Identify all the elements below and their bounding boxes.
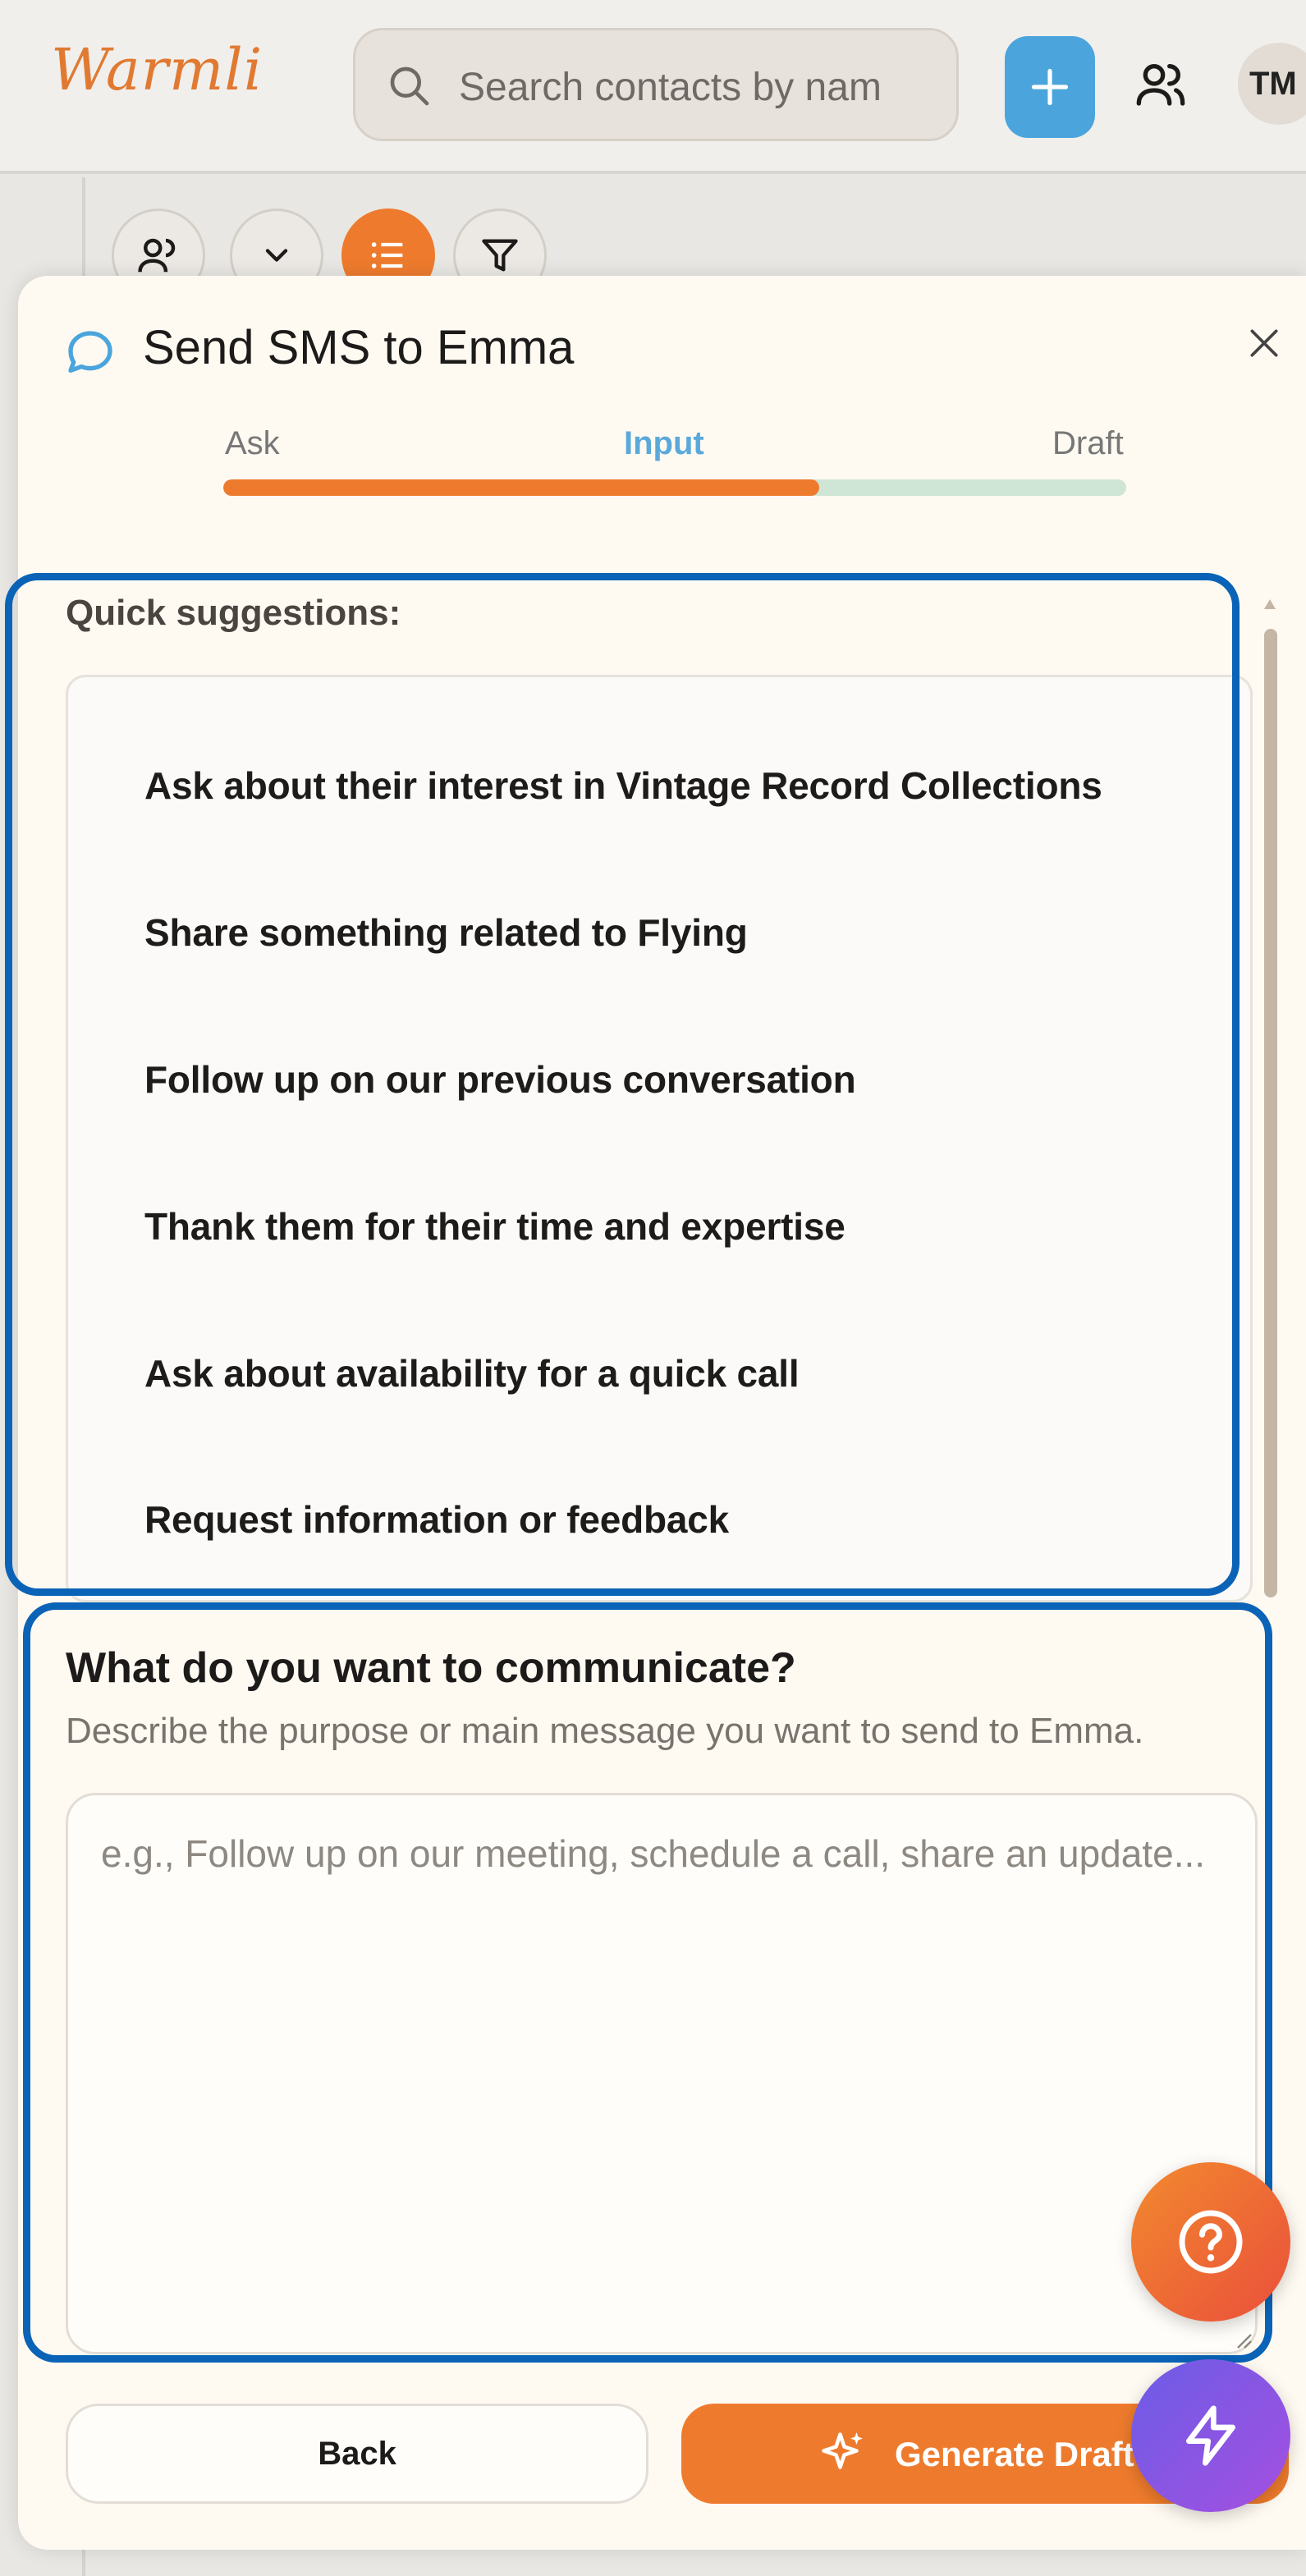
generate-draft-label: Generate Draft bbox=[895, 2435, 1134, 2473]
step-ask: Ask bbox=[225, 425, 280, 461]
scrollbar-thumb[interactable] bbox=[1264, 629, 1277, 1597]
filter-icon bbox=[482, 239, 518, 272]
scroll-up-arrow-icon[interactable] bbox=[1262, 596, 1277, 621]
contacts-icon[interactable] bbox=[1134, 57, 1187, 110]
lightning-bolt-icon bbox=[1186, 2405, 1235, 2466]
step-input: Input bbox=[624, 425, 704, 461]
user-avatar[interactable]: TM bbox=[1238, 43, 1306, 125]
quick-action-button[interactable] bbox=[1131, 2359, 1290, 2512]
help-button[interactable] bbox=[1131, 2162, 1290, 2322]
top-bar: Warmli Search contacts by nam TM bbox=[0, 0, 1306, 174]
progress-fill bbox=[223, 479, 819, 496]
back-button[interactable]: Back bbox=[66, 2404, 648, 2504]
suggestion-item[interactable]: Share something related to Flying bbox=[144, 910, 748, 955]
modal-title: Send SMS to Emma bbox=[143, 321, 575, 374]
suggestion-item[interactable]: Request information or feedback bbox=[144, 1497, 729, 1542]
suggestion-item[interactable]: Thank them for their time and expertise bbox=[144, 1204, 845, 1249]
search-bar[interactable]: Search contacts by nam bbox=[353, 28, 959, 141]
people-icon bbox=[138, 238, 176, 273]
step-draft: Draft bbox=[1052, 425, 1124, 461]
suggestions-list bbox=[66, 675, 1253, 1602]
plus-icon bbox=[1031, 68, 1069, 106]
chevron-down-icon bbox=[265, 249, 288, 262]
search-input[interactable]: Search contacts by nam bbox=[459, 65, 882, 110]
communicate-heading: What do you want to communicate? bbox=[66, 1644, 796, 1692]
list-icon bbox=[371, 242, 403, 268]
suggestion-item[interactable]: Ask about availability for a quick call bbox=[144, 1351, 800, 1396]
resize-handle-icon[interactable] bbox=[1233, 2330, 1253, 2349]
close-icon[interactable] bbox=[1246, 325, 1282, 361]
suggestion-item[interactable]: Ask about their interest in Vintage Reco… bbox=[144, 763, 1102, 808]
message-purpose-textarea[interactable] bbox=[66, 1793, 1258, 2354]
add-contact-button[interactable] bbox=[1005, 36, 1095, 138]
sparkle-icon bbox=[822, 2432, 863, 2469]
step-progress-bar bbox=[223, 479, 1126, 496]
search-icon bbox=[390, 66, 429, 106]
help-icon bbox=[1179, 2210, 1243, 2274]
chat-bubble-icon bbox=[68, 331, 112, 373]
communicate-description: Describe the purpose or main message you… bbox=[66, 1711, 1144, 1751]
quick-suggestions-label: Quick suggestions: bbox=[66, 593, 401, 633]
suggestion-item[interactable]: Follow up on our previous conversation bbox=[144, 1057, 856, 1102]
warmli-logo[interactable]: Warmli bbox=[51, 36, 263, 103]
